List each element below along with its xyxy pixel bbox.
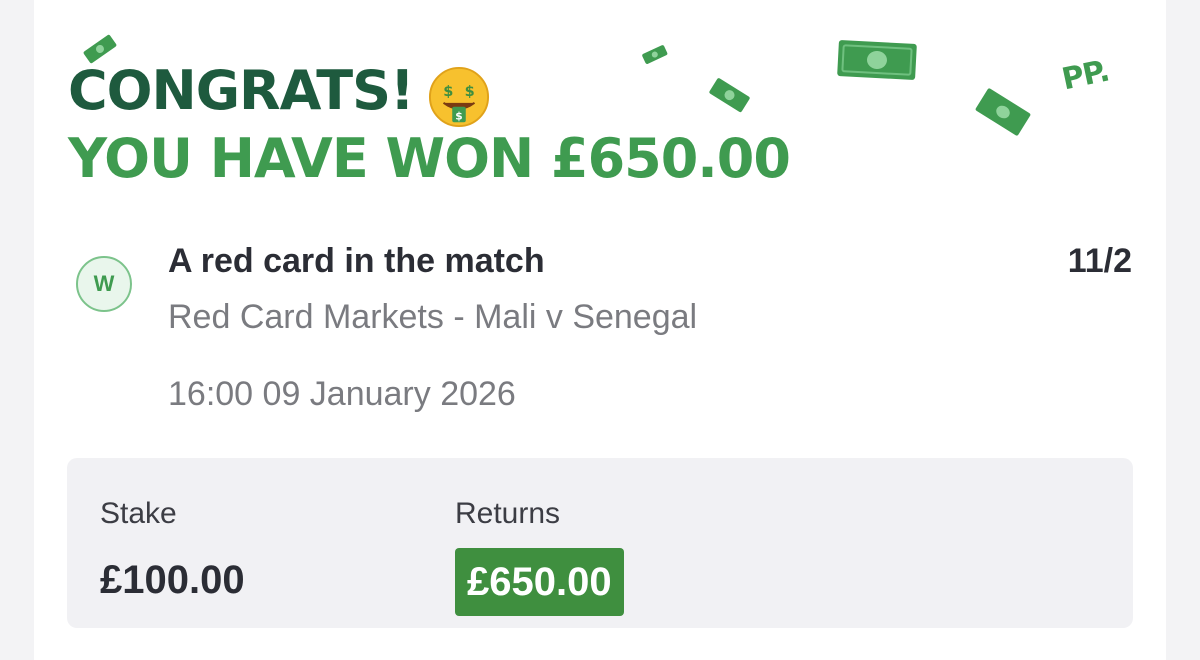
stake-value: £100.00 xyxy=(100,558,245,602)
stake-label: Stake xyxy=(100,497,177,530)
returns-label: Returns xyxy=(455,497,561,530)
congrats-headline: CONGRATS! xyxy=(68,59,415,122)
event-datetime: 16:00 09 January 2026 xyxy=(168,375,516,413)
returns-value: £650.00 xyxy=(467,559,612,604)
returns-badge: £650.00 xyxy=(455,548,624,616)
money-mouth-face-icon: $ $ $ xyxy=(428,66,490,128)
banknote-icon xyxy=(709,78,750,113)
banknote-icon xyxy=(975,88,1031,136)
banknote-icon xyxy=(837,40,917,80)
svg-text:$: $ xyxy=(443,84,453,100)
svg-text:$: $ xyxy=(455,109,462,122)
selection-odds: 11/2 xyxy=(1067,242,1132,280)
svg-text:$: $ xyxy=(465,84,475,100)
win-status-badge: W xyxy=(76,256,132,312)
selection-market: Red Card Markets - Mali v Senegal xyxy=(168,298,698,336)
selection-name: A red card in the match xyxy=(168,242,545,280)
won-amount-headline: YOU HAVE WON £650.00 xyxy=(68,127,791,190)
banknote-icon xyxy=(642,45,668,64)
